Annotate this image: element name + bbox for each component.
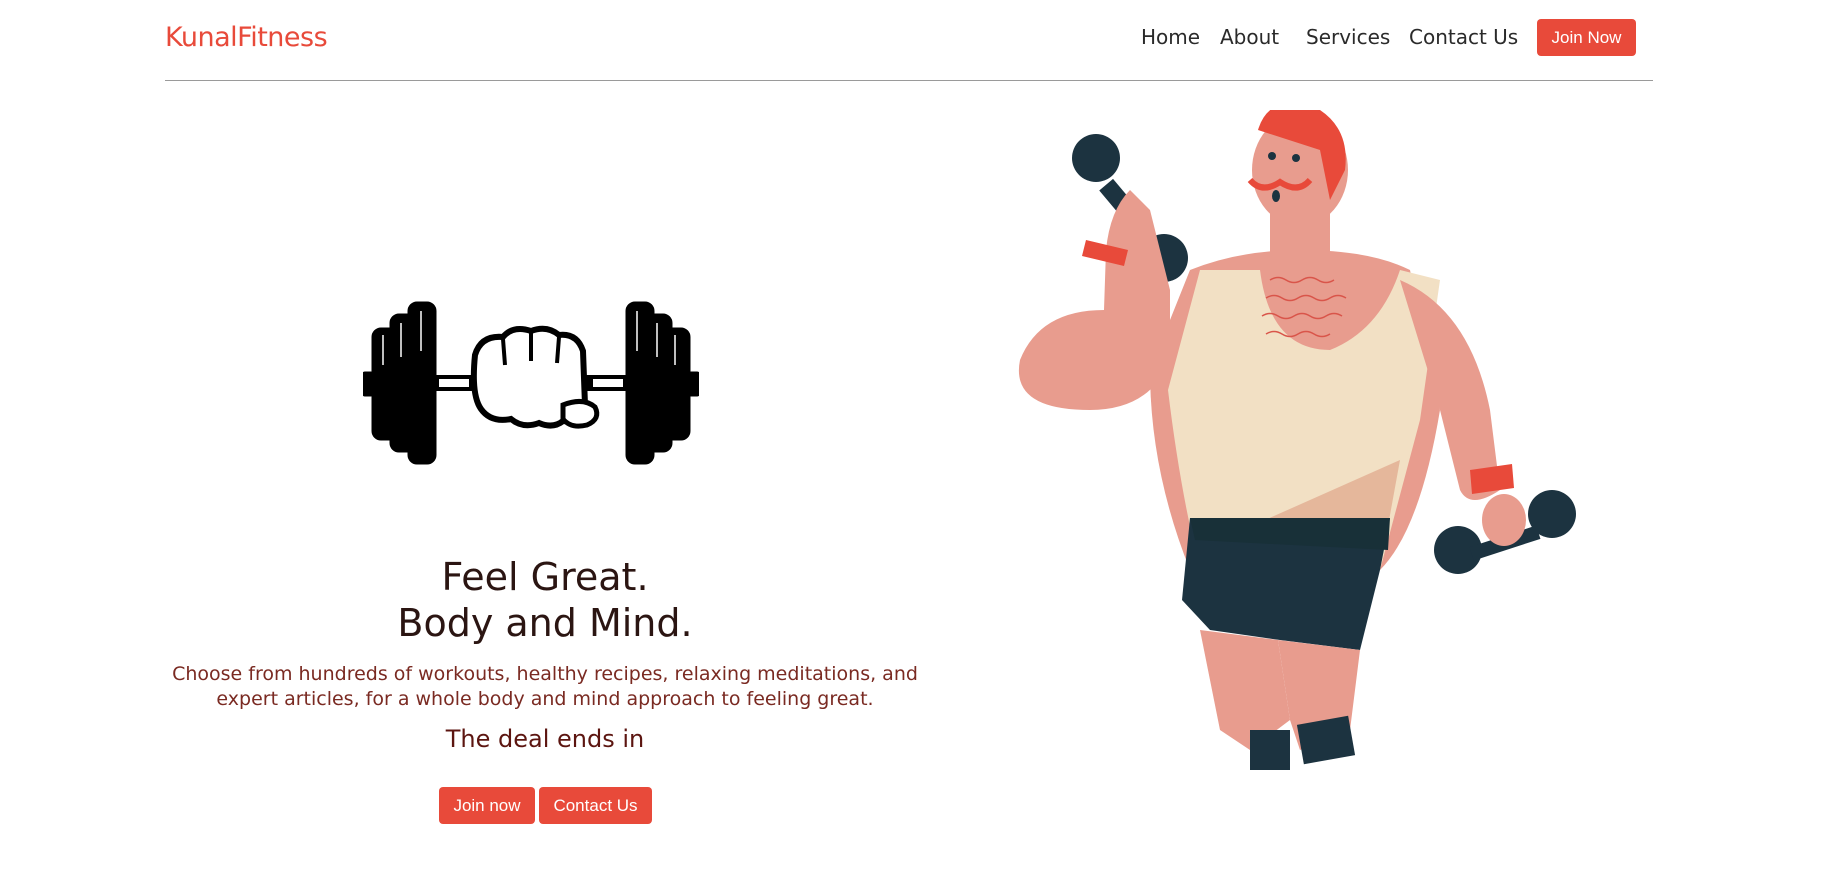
hero-headline-line1: Feel Great. (441, 555, 649, 599)
hero-description: Choose from hundreds of workouts, health… (172, 663, 918, 710)
nav-link-contact[interactable]: Contact Us (1409, 25, 1518, 49)
man-lifting-dumbbells-illustration (1018, 110, 1576, 770)
brand-logo[interactable]: KunalFitness (165, 22, 328, 53)
deal-countdown-label: The deal ends in (445, 725, 645, 753)
nav-join-button[interactable]: Join Now (1537, 19, 1636, 56)
join-now-button[interactable]: Join now (439, 787, 535, 824)
navbar: KunalFitness Home About Services Contact… (165, 0, 1653, 81)
contact-us-button[interactable]: Contact Us (539, 787, 652, 824)
hero-headline-line2: Body and Mind. (397, 601, 693, 645)
nav-link-home[interactable]: Home (1141, 25, 1200, 49)
nav-link-about[interactable]: About (1220, 25, 1279, 49)
nav-link-services[interactable]: Services (1306, 25, 1390, 49)
dumbbell-fist-icon (363, 301, 699, 465)
